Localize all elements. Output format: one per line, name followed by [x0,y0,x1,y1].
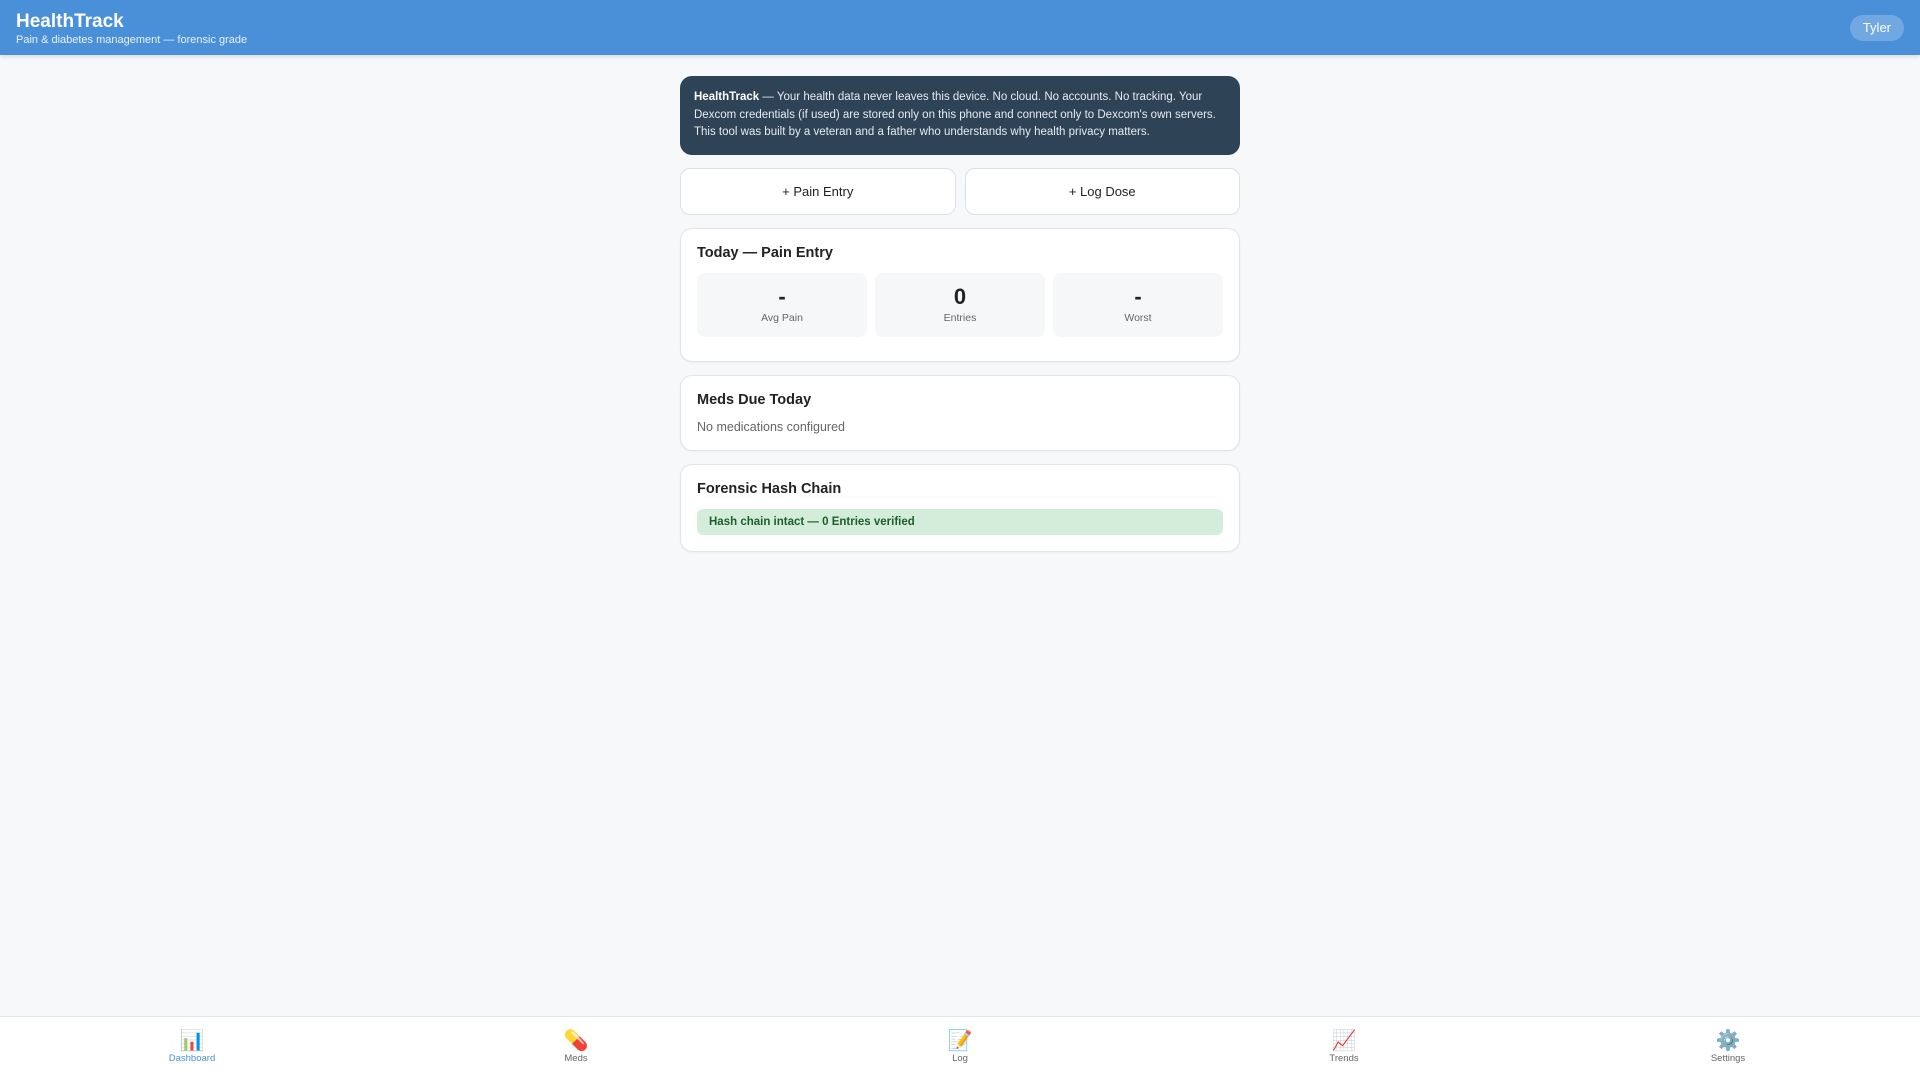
nav-trends[interactable]: 📈 Trends [1152,1017,1536,1080]
stat-label: Worst [1124,312,1152,324]
user-button[interactable]: Tyler [1849,15,1904,41]
hash-status-badge: Hash chain intact — 0 Entries verified [697,509,1223,535]
nav-label: Meds [564,1053,588,1064]
stat-value: - [1134,284,1142,309]
nav-settings[interactable]: ⚙️ Settings [1536,1017,1920,1080]
nav-label: Trends [1329,1053,1359,1064]
stat-label: Entries [943,312,977,324]
app-subtitle: Pain & diabetes management — forensic gr… [16,34,248,46]
privacy-banner: HealthTrack — Your health data never lea… [680,76,1240,155]
nav-log[interactable]: 📝 Log [768,1017,1152,1080]
memo-icon: 📝 [947,1030,973,1052]
quick-actions: + Pain Entry + Log Dose [680,168,1240,215]
banner-brand: HealthTrack [694,91,760,103]
app-header: HealthTrack Pain & diabetes management —… [0,0,1920,55]
stat-value: 0 [953,284,967,309]
nav-label: Log [952,1053,968,1064]
bottom-nav: 📊 Dashboard 💊 Meds 📝 Log 📈 Trends ⚙️ Settings [0,1016,1920,1080]
add-pain-entry-button[interactable]: + Pain Entry [680,168,956,215]
card-title: Forensic Hash Chain [697,481,842,497]
nav-label: Dashboard [168,1053,216,1064]
stats-row: - Avg Pain 0 Entries - Worst [697,273,1223,337]
trend-chart-icon: 📈 [1331,1030,1357,1052]
card-title: Today — Pain Entry [697,245,833,261]
nav-label: Settings [1710,1053,1746,1064]
stat-entries: 0 Entries [875,273,1045,337]
gear-icon: ⚙️ [1715,1030,1741,1052]
main-content: HealthTrack — Your health data never lea… [680,76,1240,552]
log-dose-button[interactable]: + Log Dose [964,168,1240,215]
banner-text: — Your health data never leaves this dev… [694,91,1216,138]
today-card: Today — Pain Entry - Avg Pain 0 Entries - W… [680,228,1240,362]
stat-avg-pain: - Avg Pain [697,273,867,337]
meds-due-card: Meds Due Today No medications configured [680,375,1240,451]
nav-meds[interactable]: 💊 Meds [384,1017,768,1080]
meds-empty-text: No medications configured [697,420,845,434]
bar-chart-icon: 📊 [179,1030,205,1052]
nav-dashboard[interactable]: 📊 Dashboard [0,1017,384,1080]
pill-icon: 💊 [563,1030,589,1052]
hash-chain-card: Forensic Hash Chain Hash chain intact — … [680,464,1240,552]
card-title: Meds Due Today [697,392,812,408]
stat-worst: - Worst [1053,273,1223,337]
stat-value: - [778,284,786,309]
stat-label: Avg Pain [761,312,803,324]
app-title: HealthTrack [16,11,124,32]
